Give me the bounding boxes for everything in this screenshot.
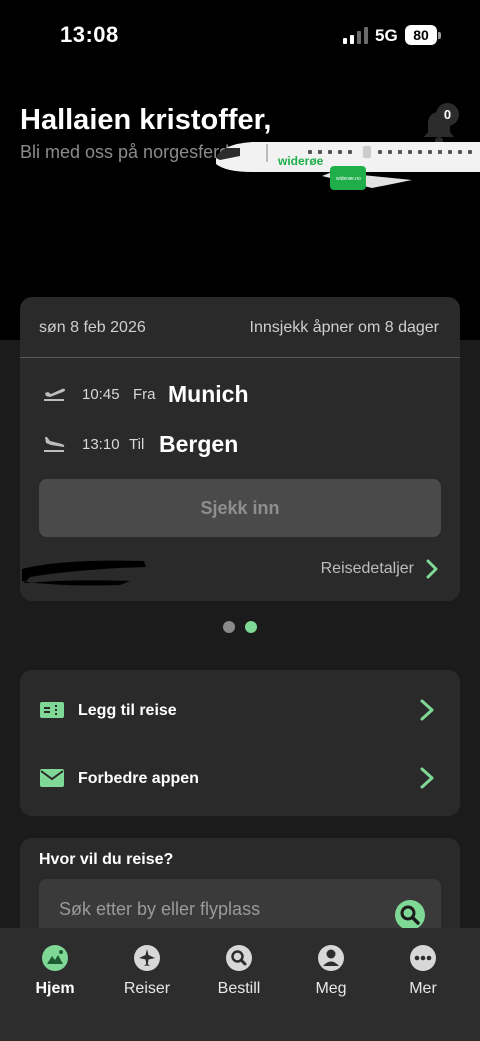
add-trip-row[interactable]: Legg til reise: [20, 675, 460, 743]
landing-icon: [44, 437, 65, 452]
network-type: 5G: [375, 26, 398, 45]
plane-icon: [134, 945, 160, 971]
ticket-icon: [40, 702, 64, 718]
pager-dot-1[interactable]: [223, 621, 235, 633]
trip-details-label: Reisedetaljer: [320, 560, 414, 577]
nav-label-trips: Reiser: [123, 980, 171, 997]
status-bar: 13:08 5G 80: [0, 0, 480, 70]
nav-item-trips[interactable]: Reiser: [107, 944, 187, 998]
envelope-icon: [40, 769, 64, 787]
takeoff-icon: [44, 388, 65, 401]
search-input[interactable]: [59, 899, 379, 920]
notification-badge[interactable]: 0: [436, 103, 459, 126]
plane-illustration: widerøe widerøe.no: [216, 142, 480, 190]
chevron-right-icon: [420, 699, 434, 721]
arrival-time: 13:10: [82, 436, 120, 453]
add-trip-label: Legg til reise: [78, 702, 177, 719]
flight-date: søn 8 feb 2026: [39, 319, 146, 336]
redacted-scribble: [22, 560, 146, 586]
card-divider: [20, 357, 460, 358]
arrival-label: Til: [129, 436, 145, 453]
nav-label-more: Mer: [409, 980, 437, 997]
nav-item-me[interactable]: Meg: [291, 944, 371, 998]
arrival-city: Bergen: [159, 431, 239, 457]
nav-label-me: Meg: [315, 980, 347, 997]
nav-label-book: Bestill: [217, 980, 261, 997]
pager-dot-2-active[interactable]: [245, 621, 257, 633]
battery-icon: 80: [405, 25, 437, 45]
checkin-button[interactable]: Sjekk inn: [39, 479, 441, 537]
chevron-right-icon: [420, 767, 434, 789]
search-icon: [226, 945, 252, 971]
actions-card: Legg til reise Forbedre appen: [20, 670, 460, 816]
battery-nub: [438, 32, 441, 39]
departure-label: Fra: [133, 386, 156, 403]
nav-item-home[interactable]: Hjem: [15, 944, 95, 998]
improve-app-label: Forbedre appen: [78, 770, 199, 787]
checkin-info: Innsjekk åpner om 8 dager: [249, 319, 439, 336]
chevron-right-icon: [426, 559, 438, 579]
nav-item-book[interactable]: Bestill: [199, 944, 279, 998]
search-icon[interactable]: [394, 899, 426, 931]
departure-time: 10:45: [82, 386, 120, 403]
home-icon: [42, 945, 68, 971]
plane-livery-text: widerøe: [277, 154, 324, 168]
person-icon: [318, 945, 344, 971]
improve-app-row[interactable]: Forbedre appen: [20, 743, 460, 811]
bottom-nav: Hjem Reiser Bestill Meg Mer: [0, 928, 480, 1041]
engine-text: widerøe.no: [336, 176, 361, 182]
flight-card[interactable]: søn 8 feb 2026 Innsjekk åpner om 8 dager…: [20, 297, 460, 601]
departure-city: Munich: [168, 381, 249, 407]
nav-item-more[interactable]: Mer: [383, 944, 463, 998]
signal-icon: [343, 27, 368, 44]
search-title: Hvor vil du reise?: [39, 851, 174, 868]
more-icon: [410, 945, 436, 971]
status-time: 13:08: [60, 22, 119, 47]
trip-details-link[interactable]: Reisedetaljer: [321, 559, 438, 579]
nav-label-home: Hjem: [35, 980, 75, 997]
